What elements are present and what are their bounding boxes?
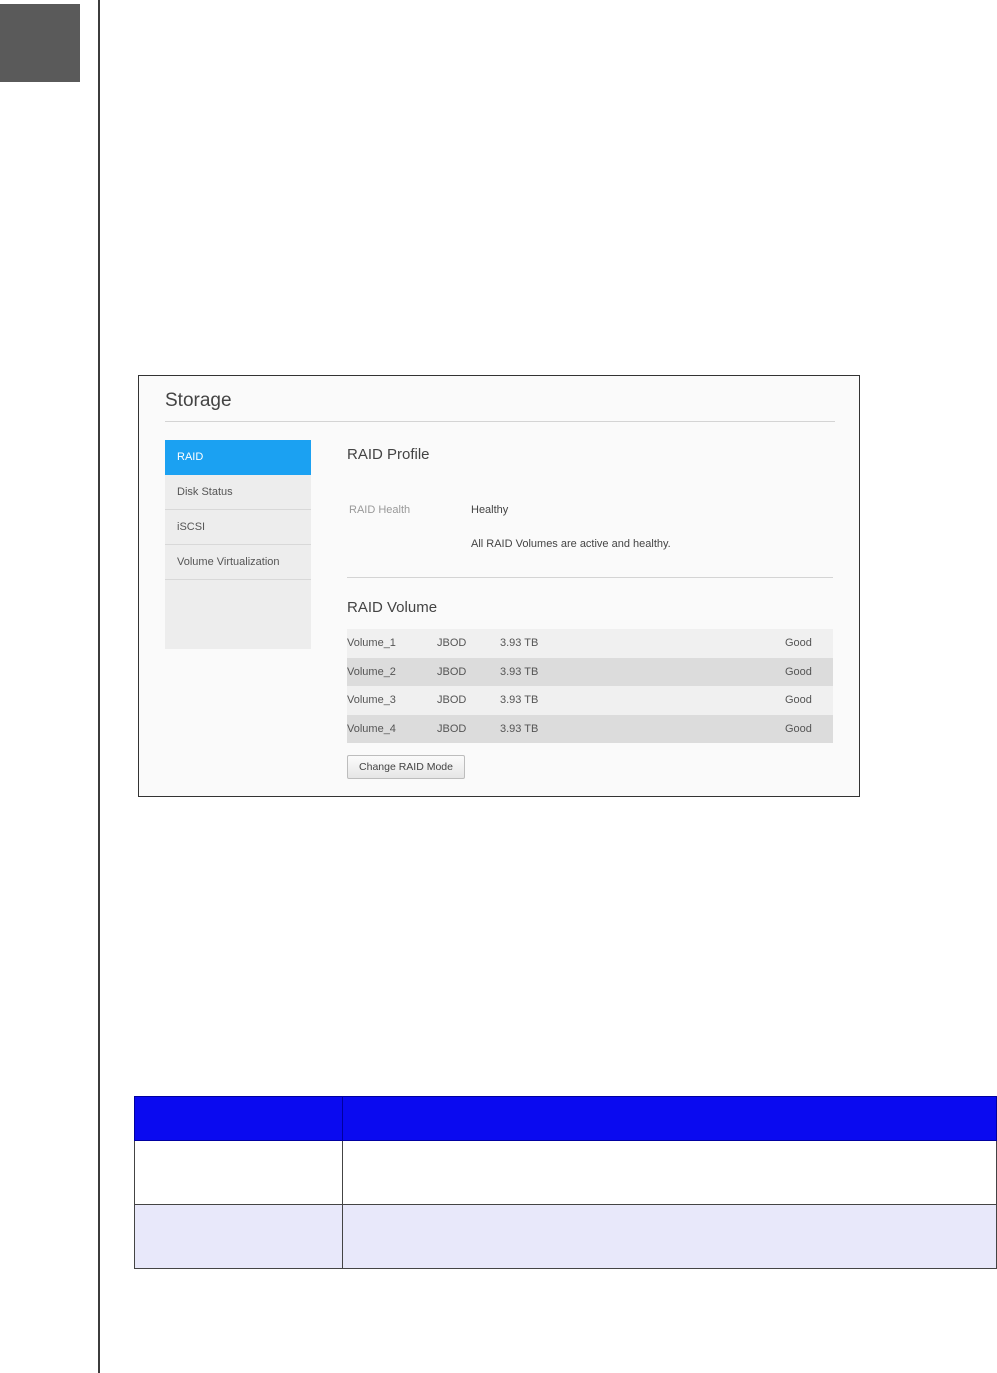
manual-page: Storage RAID Disk Status iSCSI Volume Vi… xyxy=(0,0,997,1373)
volume-size: 3.93 TB xyxy=(500,665,539,678)
volume-status: Good xyxy=(785,665,812,678)
volume-type: JBOD xyxy=(437,665,467,678)
volume-type: JBOD xyxy=(437,694,467,706)
raid-health-description: All RAID Volumes are active and healthy. xyxy=(471,538,671,550)
volume-size: 3.93 TB xyxy=(500,722,539,735)
volume-status: Good xyxy=(785,694,812,706)
table-header-row xyxy=(134,1096,997,1141)
volume-size: 3.93 TB xyxy=(500,694,539,706)
sidebar-item-volume-virtualization[interactable]: Volume Virtualization xyxy=(165,545,311,580)
table-cell xyxy=(134,1204,343,1269)
volume-name: Volume_2 xyxy=(347,665,396,678)
volume-status: Good xyxy=(785,637,812,649)
table-row[interactable]: Volume_2 JBOD 3.93 TB Good xyxy=(347,657,833,686)
volume-status: Good xyxy=(785,722,812,735)
parameter-table xyxy=(134,1096,997,1269)
table-row[interactable]: Volume_1 JBOD 3.93 TB Good xyxy=(347,629,833,658)
table-row[interactable]: Volume_4 JBOD 3.93 TB Good xyxy=(347,714,833,743)
raid-volume-heading: RAID Volume xyxy=(347,599,438,616)
chapter-tab xyxy=(0,4,80,82)
table-header-cell xyxy=(134,1096,343,1141)
raid-profile-heading: RAID Profile xyxy=(347,446,430,463)
table-cell xyxy=(134,1140,343,1205)
page-title: Storage xyxy=(165,390,232,411)
storage-sidebar: RAID Disk Status iSCSI Volume Virtualiza… xyxy=(165,440,311,649)
raid-health-label: RAID Health xyxy=(349,504,411,516)
volume-type: JBOD xyxy=(437,637,467,649)
section-divider xyxy=(347,577,833,578)
table-row[interactable]: Volume_3 JBOD 3.93 TB Good xyxy=(347,686,833,715)
table-row xyxy=(134,1140,997,1205)
sidebar-item-disk-status[interactable]: Disk Status xyxy=(165,475,311,510)
storage-screenshot: Storage RAID Disk Status iSCSI Volume Vi… xyxy=(138,375,860,797)
sidebar-item-iscsi[interactable]: iSCSI xyxy=(165,510,311,545)
table-cell xyxy=(342,1204,997,1269)
raid-health-value: Healthy xyxy=(471,504,509,516)
raid-volume-table: Volume_1 JBOD 3.93 TB Good Volume_2 JBOD… xyxy=(347,629,833,743)
title-divider xyxy=(165,421,835,422)
sidebar-item-raid[interactable]: RAID xyxy=(165,440,311,475)
table-row xyxy=(134,1204,997,1269)
volume-name: Volume_1 xyxy=(347,637,396,649)
volume-name: Volume_4 xyxy=(347,722,396,735)
volume-size: 3.93 TB xyxy=(500,637,539,649)
table-header-cell xyxy=(342,1096,997,1141)
margin-rule xyxy=(98,0,100,1373)
table-cell xyxy=(342,1140,997,1205)
volume-name: Volume_3 xyxy=(347,694,396,706)
change-raid-mode-button[interactable]: Change RAID Mode xyxy=(347,755,465,779)
volume-type: JBOD xyxy=(437,722,467,735)
